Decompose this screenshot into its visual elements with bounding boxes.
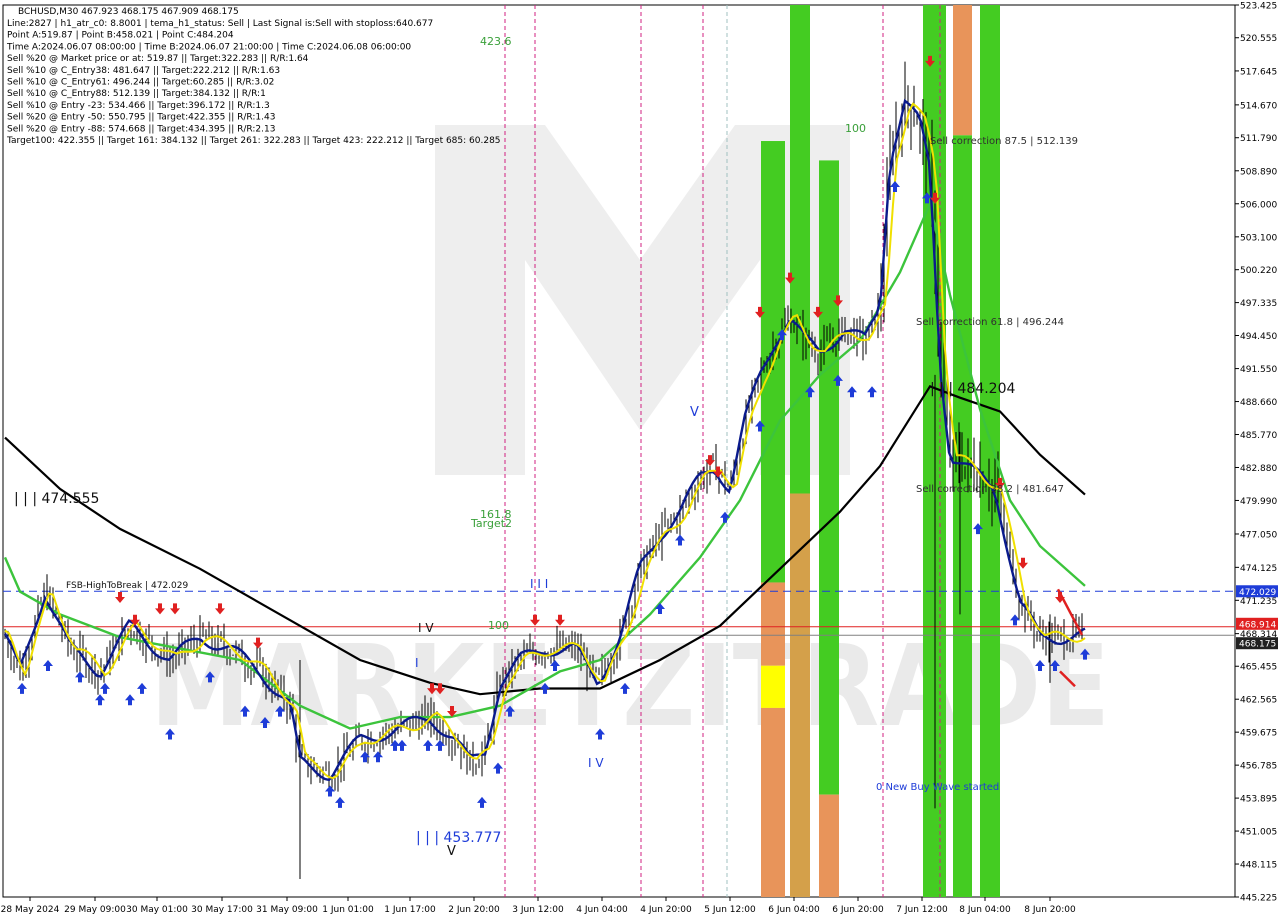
x-tick-label: 7 Jun 12:00 bbox=[896, 905, 948, 915]
x-tick-label: 8 Jun 04:00 bbox=[959, 905, 1011, 915]
price-label: 472.029 bbox=[1239, 588, 1276, 598]
y-tick-label: 448.115 bbox=[1240, 861, 1277, 871]
x-tick-label: 6 Jun 20:00 bbox=[832, 905, 884, 915]
signal-band bbox=[790, 493, 810, 897]
y-tick-label: 482.880 bbox=[1240, 464, 1277, 474]
symbol-line: BCHUSD,M30 467.923 468.175 467.909 468.1… bbox=[18, 7, 239, 17]
y-tick-label: 474.125 bbox=[1240, 564, 1277, 574]
x-tick-label: 31 May 09:00 bbox=[256, 905, 318, 915]
y-tick-label: 453.895 bbox=[1240, 795, 1277, 805]
x-tick-label: 1 Jun 01:00 bbox=[322, 905, 374, 915]
info-line: Sell %20 @ Entry -50: 550.795 || Target:… bbox=[7, 113, 275, 123]
y-tick-label: 497.335 bbox=[1240, 299, 1277, 309]
info-line: Sell %10 @ C_Entry88: 512.139 || Target:… bbox=[7, 89, 266, 99]
info-line: Sell %20 @ Market price or at: 519.87 ||… bbox=[7, 54, 309, 64]
chart-annotation: Sell correction 61.8 | 496.244 bbox=[916, 317, 1064, 328]
chart-annotation: I V bbox=[418, 621, 434, 635]
chart-annotation: Target2 bbox=[470, 517, 512, 530]
x-tick-label: 28 May 2024 bbox=[1, 905, 60, 915]
x-axis: 28 May 2024 29 May 09:00 30 May 01:00 30 Ma… bbox=[1, 897, 1076, 915]
x-tick-label: 4 Jun 04:00 bbox=[576, 905, 628, 915]
x-tick-label: 5 Jun 12:00 bbox=[704, 905, 756, 915]
chart-annotation: I V bbox=[588, 756, 604, 770]
y-tick-label: 485.770 bbox=[1240, 431, 1277, 441]
y-tick-label: 445.225 bbox=[1240, 894, 1277, 904]
y-tick-label: 517.645 bbox=[1240, 67, 1277, 77]
y-tick-label: 459.675 bbox=[1240, 729, 1277, 739]
y-tick-label: 508.890 bbox=[1240, 167, 1277, 177]
chart: MARKETZITRADE 523.425 520.555 517.645 514.67… bbox=[0, 0, 1280, 920]
chart-annotation: Sell correction 87.5 | 512.139 bbox=[930, 136, 1078, 147]
signal-band bbox=[761, 665, 785, 708]
signal-band bbox=[819, 160, 839, 795]
info-line: Time A:2024.06.07 08:00:00 | Time B:2024… bbox=[6, 42, 411, 52]
info-line: Sell %20 @ Entry -88: 574.668 || Target:… bbox=[7, 124, 275, 134]
signal-band bbox=[761, 707, 785, 897]
x-tick-label: 3 Jun 12:00 bbox=[512, 905, 564, 915]
info-line: Line:2827 | h1_atr_c0: 8.8001 | tema_h1_… bbox=[7, 19, 433, 29]
y-tick-label: 511.790 bbox=[1240, 134, 1277, 144]
chart-annotation: FSB-HighToBreak | 472.029 bbox=[66, 581, 188, 591]
chart-annotation: 423.6 bbox=[480, 35, 512, 48]
chart-annotation: | | | 484.204 bbox=[930, 381, 1015, 397]
chart-annotation: I bbox=[415, 656, 419, 670]
price-label: 468.914 bbox=[1239, 620, 1276, 630]
x-tick-label: 4 Jun 20:00 bbox=[640, 905, 692, 915]
chart-annotation: 0 New Buy Wave started bbox=[876, 782, 999, 793]
signal-band bbox=[819, 794, 839, 897]
info-line: Point A:519.87 | Point B:458.021 | Point… bbox=[7, 31, 234, 41]
y-tick-label: 500.220 bbox=[1240, 266, 1277, 276]
info-line: Target100: 422.355 || Target 161: 384.13… bbox=[6, 136, 501, 146]
info-line: Sell %10 @ Entry -23: 534.466 || Target:… bbox=[7, 101, 270, 111]
chart-annotation: I I I bbox=[530, 577, 548, 591]
price-label: 468.175 bbox=[1239, 640, 1276, 650]
y-tick-label: 506.000 bbox=[1240, 200, 1277, 210]
y-tick-label: 456.785 bbox=[1240, 762, 1277, 772]
x-tick-label: 29 May 09:00 bbox=[64, 905, 126, 915]
y-tick-label: 491.550 bbox=[1240, 365, 1277, 375]
chart-annotation: V bbox=[447, 844, 456, 859]
x-tick-label: 30 May 17:00 bbox=[191, 905, 253, 915]
chart-svg: MARKETZITRADE523.425520.555517.645514.67… bbox=[1, 2, 1278, 915]
y-tick-label: 451.005 bbox=[1240, 828, 1277, 838]
signal-band bbox=[953, 5, 972, 136]
x-tick-label: 1 Jun 17:00 bbox=[384, 905, 436, 915]
x-tick-label: 6 Jun 04:00 bbox=[768, 905, 820, 915]
y-tick-label: 471.235 bbox=[1240, 597, 1277, 607]
chart-annotation: | | | 453.777 bbox=[416, 830, 501, 846]
y-tick-label: 514.670 bbox=[1240, 101, 1277, 111]
y-axis: 523.425 520.555 517.645 514.670 511.790 508.8… bbox=[1235, 2, 1277, 904]
info-line: Sell %10 @ C_Entry61: 496.244 || Target:… bbox=[7, 78, 274, 88]
x-tick-label: 30 May 01:00 bbox=[126, 905, 188, 915]
info-line: Sell %10 @ C_Entry38: 481.647 || Target:… bbox=[7, 66, 280, 76]
y-tick-label: 477.050 bbox=[1240, 530, 1277, 540]
chart-annotation: Sell correction 38.2 | 481.647 bbox=[916, 484, 1064, 495]
signal-band bbox=[790, 5, 810, 494]
y-tick-label: 523.425 bbox=[1240, 2, 1277, 12]
y-tick-label: 462.565 bbox=[1240, 696, 1277, 706]
y-tick-label: 520.555 bbox=[1240, 34, 1277, 44]
y-tick-label: 494.450 bbox=[1240, 332, 1277, 342]
y-tick-label: 479.990 bbox=[1240, 497, 1277, 507]
signal-band bbox=[761, 582, 785, 666]
x-tick-label: 2 Jun 20:00 bbox=[448, 905, 500, 915]
chart-annotation: 100 bbox=[845, 122, 866, 135]
chart-annotation: 100 bbox=[488, 619, 509, 632]
y-tick-label: 488.660 bbox=[1240, 398, 1277, 408]
y-tick-label: 503.100 bbox=[1240, 233, 1277, 243]
x-tick-label: 8 Jun 20:00 bbox=[1024, 905, 1076, 915]
chart-annotation: V bbox=[690, 405, 699, 420]
chart-annotation: | | | 474.555 bbox=[14, 491, 99, 507]
y-tick-label: 465.455 bbox=[1240, 663, 1277, 673]
